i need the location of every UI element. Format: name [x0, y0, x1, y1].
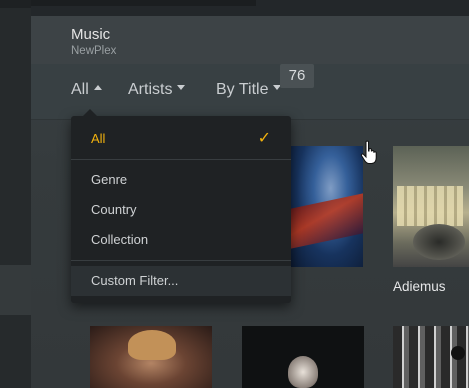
artist-poster[interactable] — [90, 326, 212, 388]
filter-option-country[interactable]: Country — [71, 195, 291, 225]
artist-poster[interactable] — [393, 326, 469, 388]
filter-option-label: Collection — [91, 232, 149, 247]
type-dropdown-toggle[interactable]: Artists — [128, 81, 186, 99]
caret-up-icon — [93, 85, 102, 91]
left-rail-top — [0, 0, 31, 8]
caret-down-icon — [177, 85, 186, 91]
filter-dropdown-menu: All ✓ Genre Country Collection Custom Fi… — [71, 109, 291, 303]
artist-title[interactable]: Adiemus — [393, 279, 446, 294]
artist-poster[interactable] — [291, 146, 363, 267]
filter-option-label: All — [91, 131, 106, 146]
filter-option-label: Custom Filter... — [91, 273, 179, 288]
divider — [71, 159, 291, 160]
filter-label: All — [71, 81, 89, 98]
server-name: NewPlex — [71, 45, 117, 57]
type-label: Artists — [128, 81, 173, 98]
filter-option-genre[interactable]: Genre — [71, 165, 291, 195]
left-rail-highlight[interactable] — [0, 265, 31, 315]
item-count-badge: 76 — [280, 64, 314, 88]
filter-option-label: Country — [91, 202, 137, 217]
top-bar — [31, 0, 469, 16]
sort-label: By Title — [216, 81, 269, 98]
dropdown-pointer — [83, 109, 97, 116]
checkmark-icon: ✓ — [257, 130, 271, 147]
artist-poster[interactable] — [242, 326, 364, 388]
library-header: Music NewPlex — [31, 16, 469, 64]
artist-poster-adiemus[interactable] — [393, 146, 469, 267]
filter-option-all[interactable]: All ✓ — [71, 124, 291, 154]
library-title: Music — [71, 26, 111, 43]
hand-pointer-icon — [360, 140, 377, 164]
filter-option-collection[interactable]: Collection — [71, 225, 291, 255]
divider — [71, 260, 291, 261]
filter-dropdown-toggle[interactable]: All — [71, 81, 102, 99]
filter-option-label: Genre — [91, 172, 128, 187]
top-bar-segment — [31, 0, 256, 6]
filter-option-custom[interactable]: Custom Filter... — [71, 266, 291, 296]
sort-dropdown-toggle[interactable]: By Title — [216, 81, 282, 99]
left-sidebar — [0, 0, 31, 388]
